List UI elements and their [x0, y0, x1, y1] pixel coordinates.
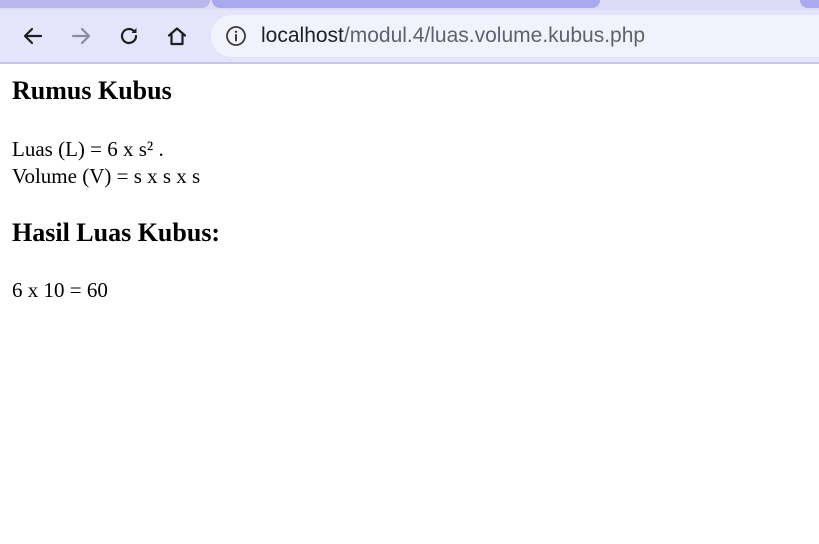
formula-heading: Rumus Kubus — [12, 76, 172, 105]
reload-icon — [120, 27, 138, 45]
tab-active[interactable] — [212, 0, 600, 8]
toolbar-divider — [0, 62, 819, 64]
luas-formula: Luas (L) = 6 x s² . — [12, 137, 164, 161]
result-heading: Hasil Luas Kubus: — [12, 218, 221, 247]
home-button[interactable] — [159, 18, 195, 54]
forward-arrow-icon — [71, 27, 91, 45]
forward-button[interactable] — [63, 18, 99, 54]
home-icon — [167, 27, 187, 46]
result-text: 6 x 10 = 60 — [12, 278, 108, 302]
info-icon[interactable] — [225, 25, 247, 47]
address-bar[interactable]: localhost/modul.4/luas.volume.kubus.php — [211, 15, 819, 57]
reload-button[interactable] — [111, 18, 147, 54]
tab-inactive-right[interactable] — [800, 0, 819, 8]
volume-formula: Volume (V) = s x s x s — [12, 164, 201, 188]
tab-strip — [0, 0, 819, 10]
back-button[interactable] — [15, 18, 51, 54]
browser-toolbar: localhost/modul.4/luas.volume.kubus.php — [0, 10, 819, 62]
tab-inactive[interactable] — [0, 0, 210, 8]
formula-block: Luas (L) = 6 x s² . Volume (V) = s x s x… — [12, 136, 200, 190]
back-arrow-icon — [23, 27, 43, 45]
url-path: /modul.4/luas.volume.kubus.php — [343, 24, 646, 47]
url-text[interactable]: localhost/modul.4/luas.volume.kubus.php — [261, 15, 645, 57]
url-host: localhost — [261, 24, 344, 47]
